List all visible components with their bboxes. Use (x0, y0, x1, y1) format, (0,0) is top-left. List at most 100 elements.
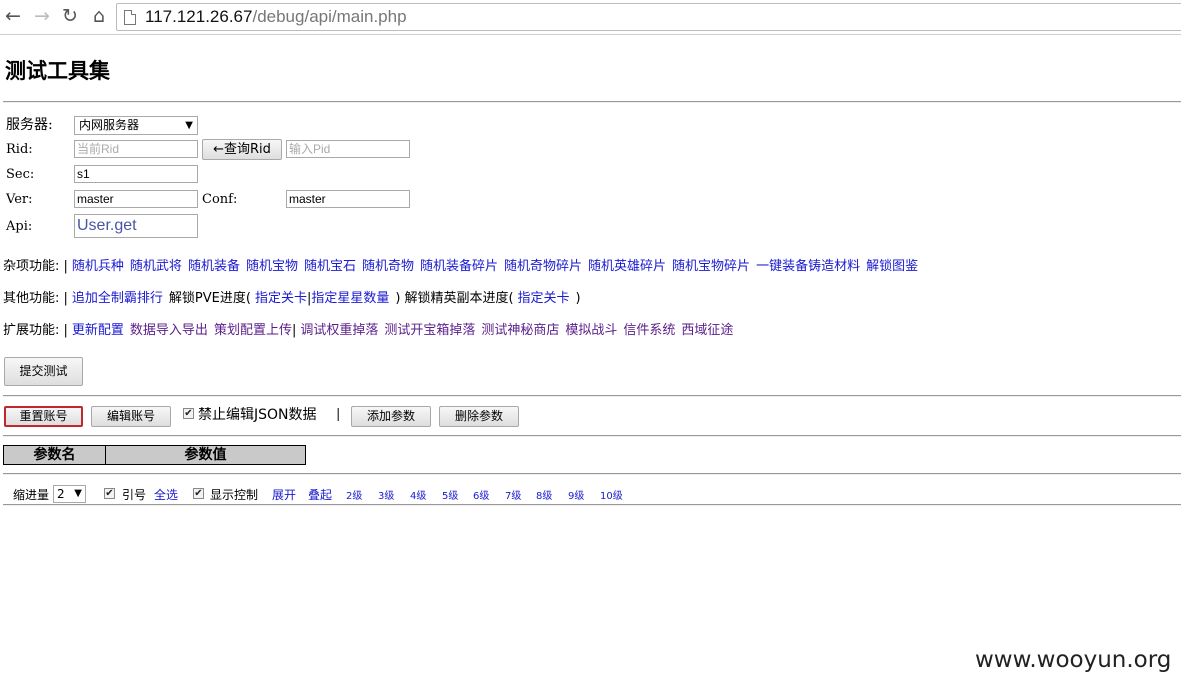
extension-functions-label: 扩展功能: | (3, 323, 68, 338)
misc-link[interactable]: 随机装备 (188, 258, 240, 276)
forward-arrow-icon[interactable]: → (31, 4, 53, 28)
specify-stars-link[interactable]: 指定星星数量 (311, 290, 389, 308)
show-control-label: 显示控制 (210, 488, 259, 502)
browser-toolbar: ← → ↻ ⌂ 117.121.26.67/debug/api/main.php (0, 0, 1181, 35)
ver-input[interactable]: master (74, 190, 198, 208)
dropdown-arrow-icon: ▼ (185, 120, 193, 131)
data-import-export-link[interactable]: 数据导入导出 (130, 322, 208, 340)
indent-select[interactable]: 2 ▼ (53, 485, 86, 503)
misc-link[interactable]: 一键装备铸造材料 (756, 258, 860, 276)
level-link[interactable]: 9级 (568, 489, 584, 505)
select-all-link[interactable]: 全选 (154, 487, 178, 503)
misc-link[interactable]: 随机英雄碎片 (588, 258, 666, 276)
level-link[interactable]: 4级 (410, 489, 426, 505)
dropdown-arrow-icon: ▼ (74, 488, 82, 499)
divider (3, 435, 1181, 437)
extension-link[interactable]: 模拟战斗 (565, 322, 617, 340)
col-param-name: 参数名 (4, 446, 106, 464)
submit-test-button[interactable]: 提交测试 (4, 357, 83, 386)
misc-functions-label: 杂项功能: | (3, 259, 68, 274)
api-label: Api: (6, 219, 33, 234)
divider-bar: | (336, 407, 341, 422)
misc-functions-row: 杂项功能: | 随机兵种 随机武将 随机装备 随机宝物 随机宝石 随机奇物 随机装备碎片 随机奇… (3, 258, 924, 276)
level-link[interactable]: 6级 (473, 489, 489, 505)
misc-link[interactable]: 随机奇物碎片 (504, 258, 582, 276)
reload-icon[interactable]: ↻ (59, 4, 81, 28)
misc-link[interactable]: 随机宝物 (246, 258, 298, 276)
ver-label: Ver: (6, 192, 33, 207)
extension-link[interactable]: 信件系统 (623, 322, 675, 340)
pve-progress-text: 解锁PVE进度( (168, 291, 251, 306)
rid-input[interactable]: 当前Rid (74, 140, 198, 158)
level-link[interactable]: 3级 (378, 489, 394, 505)
forbid-json-label: 禁止编辑JSON数据 (198, 407, 317, 423)
server-select[interactable]: 内网服务器 ▼ (74, 116, 198, 135)
url-text[interactable]: 117.121.26.67/debug/api/main.php (145, 6, 407, 28)
extension-link[interactable]: 测试开宝箱掉落 (384, 322, 475, 340)
param-table-header: 参数名 参数值 (3, 445, 306, 465)
other-functions-row: 其他功能: | 追加全制霸排行 解锁PVE进度(指定关卡|指定星星数量) 解锁精英副本… (3, 290, 585, 308)
show-control-checkbox[interactable]: ✔ (193, 488, 204, 499)
misc-link[interactable]: 随机奇物 (362, 258, 414, 276)
specify-level-link[interactable]: 指定关卡 (255, 290, 307, 308)
level-link[interactable]: 8级 (536, 489, 552, 505)
delete-param-button[interactable]: 删除参数 (439, 406, 519, 427)
pid-input[interactable]: 输入Pid (286, 140, 410, 158)
conf-input[interactable]: master (286, 190, 410, 208)
extension-link[interactable]: 西域征途 (681, 322, 733, 340)
address-bar[interactable]: 117.121.26.67/debug/api/main.php (116, 3, 1181, 31)
extension-link[interactable]: 测试神秘商店 (481, 322, 559, 340)
quote-checkbox[interactable]: ✔ (104, 488, 115, 499)
watermark: www.wooyun.org (975, 647, 1172, 673)
misc-link[interactable]: 随机武将 (130, 258, 182, 276)
level-link[interactable]: 5级 (442, 489, 458, 505)
indent-select-value: 2 (57, 487, 65, 501)
query-rid-button[interactable]: ←查询Rid (202, 139, 282, 160)
expand-link[interactable]: 展开 (272, 487, 296, 503)
conf-label: Conf: (202, 192, 238, 207)
misc-link[interactable]: 解锁图鉴 (866, 258, 918, 276)
other-functions-label: 其他功能: | (3, 291, 68, 306)
collapse-link[interactable]: 叠起 (308, 487, 332, 503)
add-param-button[interactable]: 添加参数 (351, 406, 431, 427)
misc-link[interactable]: 随机兵种 (72, 258, 124, 276)
divider (3, 395, 1181, 397)
page-title: 测试工具集 (5, 59, 110, 83)
server-label: 服务器: (6, 117, 53, 133)
level-link[interactable]: 2级 (346, 489, 362, 505)
forbid-json-checkbox[interactable]: ✔ (183, 408, 194, 419)
col-param-value: 参数值 (184, 447, 227, 463)
separator: | (291, 323, 297, 338)
extension-functions-row: 扩展功能: | 更新配置 数据导入导出 策划配置上传| 调试权重掉落 测试开宝箱掉落 测试神… (3, 322, 739, 340)
quote-label: 引号 (122, 488, 147, 502)
indent-label: 缩进量 (13, 488, 50, 502)
close-paren: ) (395, 291, 401, 306)
divider (3, 504, 1181, 506)
rank-link[interactable]: 追加全制霸排行 (72, 290, 163, 308)
edit-account-button[interactable]: 编辑账号 (91, 406, 171, 427)
server-select-value: 内网服务器 (79, 118, 140, 132)
update-config-link[interactable]: 更新配置 (72, 322, 124, 340)
extension-link[interactable]: 调试权重掉落 (300, 322, 378, 340)
api-input[interactable]: User.get (74, 214, 198, 238)
home-icon[interactable]: ⌂ (88, 4, 110, 28)
misc-link[interactable]: 随机宝物碎片 (672, 258, 750, 276)
close-paren: ) (575, 291, 581, 306)
level-link[interactable]: 7级 (505, 489, 521, 505)
reset-account-button[interactable]: 重置账号 (4, 406, 83, 427)
config-upload-link[interactable]: 策划配置上传 (214, 322, 292, 340)
divider (3, 473, 1181, 475)
page-icon (124, 10, 136, 25)
misc-link[interactable]: 随机宝石 (304, 258, 356, 276)
sec-label: Sec: (6, 167, 35, 182)
specify-elite-level-link[interactable]: 指定关卡 (518, 290, 570, 308)
sec-input[interactable]: s1 (74, 165, 198, 183)
rid-label: Rid: (6, 142, 33, 157)
url-path: /debug/api/main.php (252, 7, 407, 26)
back-arrow-icon[interactable]: ← (2, 4, 24, 28)
misc-link[interactable]: 随机装备碎片 (420, 258, 498, 276)
elite-progress-text: 解锁精英副本进度( (404, 291, 514, 306)
divider (3, 101, 1181, 103)
url-host: 117.121.26.67 (145, 7, 253, 26)
level-link[interactable]: 10级 (600, 489, 623, 505)
